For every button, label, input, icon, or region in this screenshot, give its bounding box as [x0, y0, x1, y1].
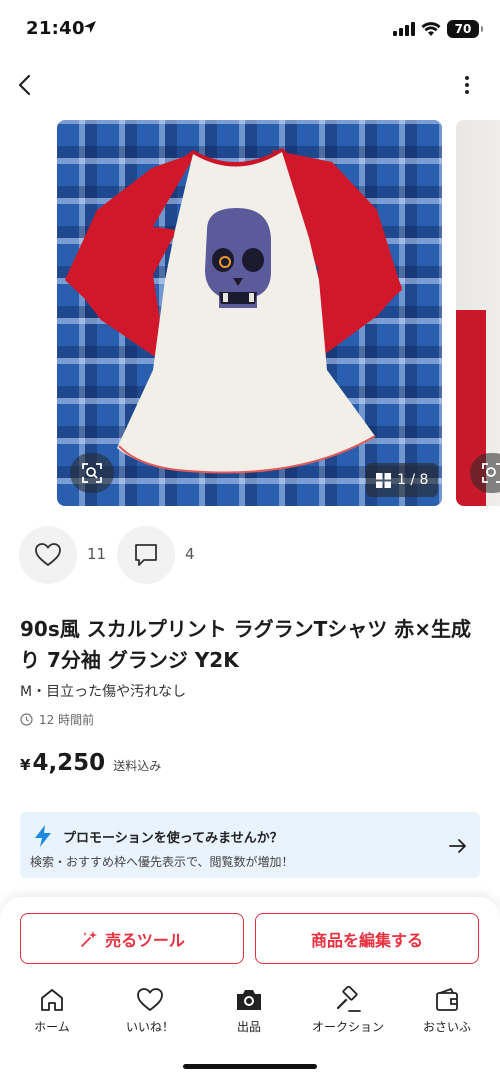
wifi-icon: [421, 22, 441, 36]
comment-button[interactable]: [117, 526, 175, 584]
more-options-button[interactable]: [456, 72, 478, 98]
comment-icon: [135, 544, 157, 566]
arrow-right-icon: [449, 839, 466, 853]
battery-indicator: 70: [447, 20, 483, 38]
image-search-icon: [482, 463, 500, 483]
tab-home[interactable]: ホーム: [7, 984, 97, 1040]
tab-sell-label: 出品: [236, 1020, 261, 1034]
back-button[interactable]: [12, 70, 40, 100]
tab-wallet[interactable]: おさいふ: [402, 984, 492, 1040]
wallet-icon: [436, 988, 458, 1011]
sparkle-wand-icon: [81, 930, 98, 947]
tab-auction-label: オークション: [311, 1020, 384, 1034]
home-icon: [41, 989, 63, 1011]
photo-counter-text: 1 / 8: [397, 472, 429, 488]
tab-likes-label: いいね！: [125, 1020, 174, 1034]
next-photo-preview[interactable]: [456, 120, 500, 506]
price-symbol: ¥: [20, 756, 31, 774]
heart-icon: [35, 543, 61, 566]
photo-counter[interactable]: 1 / 8: [366, 463, 439, 497]
status-time: 21:40: [26, 18, 85, 39]
tab-likes[interactable]: いいね！: [105, 984, 195, 1040]
image-search-button[interactable]: [70, 453, 114, 493]
image-search-icon: [82, 463, 102, 483]
tab-home-label: ホーム: [34, 1020, 70, 1034]
location-arrow-icon: [84, 21, 96, 33]
sell-tools-button[interactable]: 売るツール: [20, 913, 244, 964]
raglan-tshirt-image: [65, 148, 402, 474]
signal-icon: [393, 22, 415, 36]
like-count: 11: [87, 545, 107, 563]
posted-time: 12 時間前: [20, 711, 94, 728]
edit-item-button[interactable]: 商品を編集する: [255, 913, 479, 964]
tab-wallet-label: おさいふ: [422, 1020, 471, 1034]
sell-tools-label: 売るツール: [105, 930, 185, 950]
tab-auction[interactable]: オークション: [303, 984, 393, 1040]
grid-icon: [376, 472, 391, 488]
gavel-icon: [336, 986, 361, 1012]
status-bar: 21:40 70: [0, 0, 500, 58]
image-carousel[interactable]: [0, 120, 500, 506]
item-title: 90s風 スカルプリント ラグランTシャツ 赤×生成り 7分袖 グランジ Y2K: [20, 617, 472, 672]
home-indicator: [183, 1064, 317, 1069]
like-button[interactable]: [19, 526, 77, 584]
edit-item-label: 商品を編集する: [310, 930, 423, 950]
clock-icon: [20, 713, 33, 726]
camera-icon: [237, 990, 261, 1010]
chevron-left-icon: [18, 74, 31, 96]
tab-sell[interactable]: 出品: [204, 984, 294, 1040]
lightning-icon: [35, 825, 51, 847]
tab-bar: ホーム いいね！ 出品 オークション おさいふ: [0, 984, 500, 1044]
promotion-banner[interactable]: プロモーションを使ってみませんか？ 検索・おすすめ枠へ優先表示で、閲覧数が増加！: [20, 812, 480, 878]
promotion-subtext: 検索・おすすめ枠へ優先表示で、閲覧数が増加！: [30, 855, 294, 869]
shipping-note: 送料込み: [113, 759, 162, 773]
promotion-heading: プロモーションを使ってみませんか？: [63, 831, 283, 846]
more-vertical-icon: [465, 76, 469, 94]
heart-icon: [137, 988, 163, 1011]
comment-count: 4: [185, 545, 195, 563]
price-value: 4,250: [32, 750, 106, 776]
product-photo[interactable]: [57, 120, 442, 506]
item-condition: M・目立った傷や汚れなし: [20, 684, 187, 700]
posted-time-text: 12 時間前: [39, 713, 95, 727]
item-price: ¥ 4,250 送料込み: [20, 750, 161, 776]
